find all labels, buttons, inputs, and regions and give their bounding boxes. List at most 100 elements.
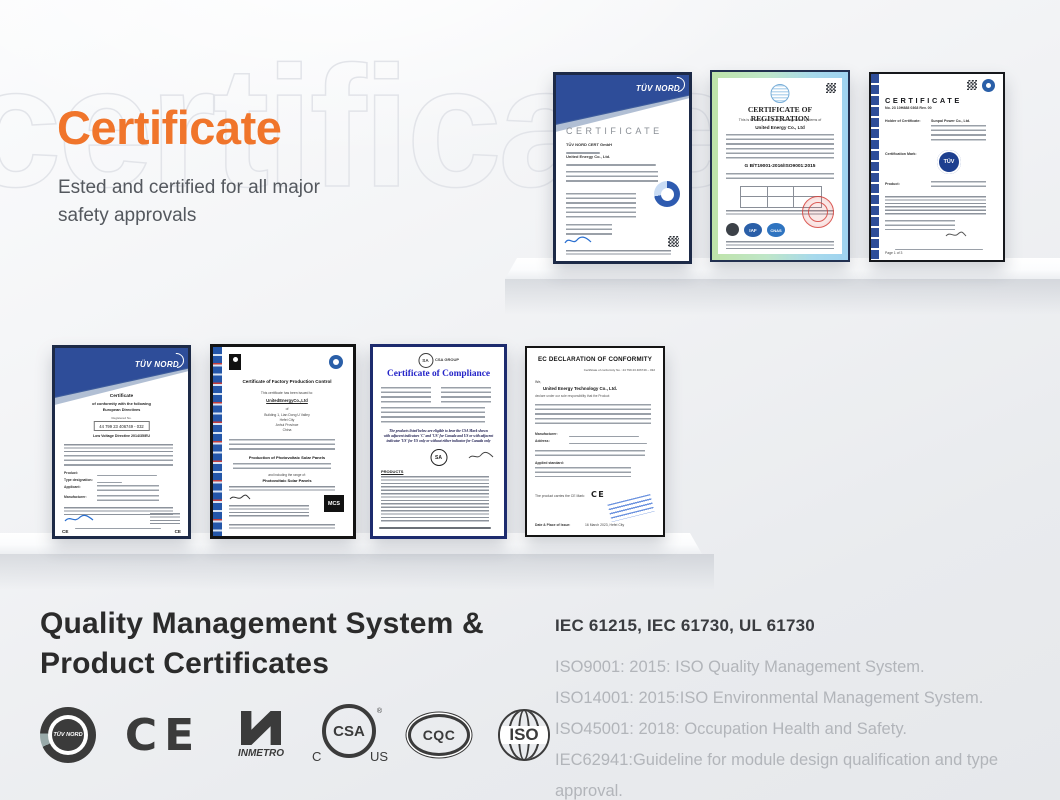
- iaf-logo: IAF: [744, 223, 762, 237]
- iso-label: ISO: [500, 726, 548, 744]
- vertical-title-band: [871, 74, 879, 260]
- cert-title: CERTIFICATE: [885, 96, 962, 105]
- cert-title: CERTIFICATE: [566, 126, 663, 136]
- signature: [945, 230, 967, 239]
- field-lines-left: [381, 387, 431, 403]
- cert-title: Certificate of Factory Production Contro…: [227, 379, 347, 384]
- ce-mark-right: CE: [175, 529, 181, 534]
- csa-c-label: C: [312, 749, 321, 764]
- product-value-bar: [97, 475, 157, 476]
- quality-heading-line1: Quality Management System &: [40, 604, 484, 644]
- certificate-ec-declaration[interactable]: EC DECLARATION OF CONFORMITY Certificate…: [525, 346, 665, 537]
- assessment-lines: [229, 439, 335, 452]
- scope-lines: [233, 463, 331, 471]
- quality-heading-line2: Product Certificates: [40, 644, 484, 684]
- applicant-lines: [97, 485, 159, 492]
- csa-registered-mark: ®: [377, 708, 382, 715]
- detail-text-lines: [566, 193, 636, 219]
- logo-dot: [986, 83, 991, 88]
- footer-text-lines: [726, 241, 834, 250]
- address-line: China: [227, 428, 347, 433]
- registration-inner: CERTIFICATE OF REGISTRATION This is to c…: [718, 78, 842, 254]
- subtitle-line1: Ested and certified for all major: [58, 174, 320, 202]
- inmetro-label: INMETRO: [238, 748, 284, 759]
- cert-issuer: TÜV NORD CERT GmbH: [566, 142, 612, 147]
- products-list-lines: [381, 476, 489, 522]
- standard-number: G B/T19001-2016/ISO9001:2015: [718, 164, 842, 169]
- csa-mark-icon: SA: [430, 449, 447, 466]
- csa-group-text: CSA GROUP: [435, 358, 459, 362]
- body-text-lines: [885, 196, 986, 216]
- certificate-tuv-product[interactable]: TÜV NORD CERTIFICATE TÜV NORD CERT GmbH …: [553, 72, 692, 264]
- certificate-factory-production[interactable]: Certificate of Factory Production Contro…: [210, 344, 356, 539]
- address-bar: [569, 443, 647, 444]
- qr-code: [668, 236, 679, 247]
- csa-group-logo: SA CSA GROUP: [418, 353, 459, 368]
- we-line: We,: [535, 380, 541, 384]
- blue-stamp-icon: [607, 494, 654, 522]
- standard-item: ISO45001: 2018: Occupation Health and Sa…: [555, 714, 1060, 745]
- zqhx-logo: [771, 84, 790, 103]
- signature: [229, 493, 251, 502]
- of-line: of: [227, 407, 347, 411]
- table-cell: [768, 187, 795, 197]
- type-value-bar: [97, 482, 122, 483]
- red-stamp-icon: [802, 196, 834, 228]
- tuv-round-logo-icon: [982, 79, 995, 92]
- standard-item: ISO9001: 2015: ISO Quality Management Sy…: [555, 652, 1060, 683]
- certificate-tuv-sunpal[interactable]: CERTIFICATE No. 23 10H888 0368 Rev. 00 H…: [869, 72, 1005, 262]
- directive-line: Low Voltage Directive 2014/35/EU: [55, 434, 188, 438]
- mark-label: Certification Mark:: [885, 152, 917, 156]
- title-line1: Certificate: [55, 394, 188, 399]
- reg-label: Registered No.: [111, 416, 131, 420]
- applicant-label: Applicant:: [64, 485, 81, 489]
- date-value: 16 March 2023, Hefei City: [585, 523, 624, 527]
- csa-circle-icon: SA: [418, 353, 433, 368]
- manufacturer-bar: [569, 436, 639, 437]
- accreditation-logo-icon: [726, 223, 739, 236]
- type-label: Type designation:: [64, 478, 93, 482]
- scope-title: Production of Photovoltaic Solar Panels: [227, 455, 347, 460]
- signature: [64, 514, 94, 524]
- responsibility-line: declare under our sole responsibility th…: [535, 394, 609, 398]
- body-text-lines: [566, 171, 658, 185]
- footer-band: [379, 527, 491, 529]
- certificate-tuv-conformity[interactable]: TÜV NORD Certificate of conformity with …: [52, 345, 191, 539]
- page-title: Certificate: [57, 100, 281, 155]
- certificate-registration[interactable]: CERTIFICATE OF REGISTRATION This is to c…: [710, 70, 850, 262]
- certificate-page: certificate Certificate Ested and certif…: [0, 0, 1060, 800]
- certificate-csa-compliance[interactable]: SA CSA GROUP Certificate of Compliance T…: [370, 344, 507, 539]
- manufacturer-label: Manufacturer:: [535, 432, 558, 436]
- address-block-lines: [150, 513, 180, 524]
- top-shelf-shadow: [505, 279, 1060, 315]
- applied-standard-label: Applied standard:: [535, 461, 564, 465]
- product-label: Product:: [64, 471, 78, 475]
- iso-logo-icon: ISO: [494, 705, 554, 765]
- holder-label: Holder of Certificate:: [885, 119, 921, 123]
- page-indicator: Page 1 of 3: [885, 251, 902, 255]
- title-line3: European Directives: [55, 407, 188, 412]
- product-value-lines: [931, 181, 986, 189]
- cert-number: Certificate of conformity No.: 44 799 23…: [584, 368, 655, 372]
- cert-title: EC DECLARATION OF CONFORMITY: [535, 356, 655, 363]
- date-label: Date & Place of Issue:: [535, 523, 570, 527]
- range-value: Photovoltaic Solar Panels: [227, 478, 347, 483]
- address-label: Address:: [535, 439, 550, 443]
- quality-heading: Quality Management System & Product Cert…: [40, 604, 484, 684]
- middle-shelf-shadow: [0, 554, 714, 590]
- directive-lines: [535, 450, 645, 456]
- paragraph-lines: [64, 455, 173, 467]
- cert-holder: United Energy Co., Ltd.: [566, 154, 610, 159]
- tuv-label: TÜV NORD: [52, 719, 84, 751]
- tuv-mark-text: TÜV: [944, 159, 955, 165]
- certify-line: This is to certify the quality managemen…: [718, 118, 842, 122]
- ce-line: The product carries the CE Mark:: [535, 494, 585, 498]
- issued-to-lines: [381, 407, 485, 423]
- footer-text-lines: [566, 250, 671, 257]
- tuv-seal-icon: [654, 181, 680, 207]
- red-stamp-inner: [808, 202, 828, 222]
- cqc-logo-icon: CQC: [406, 707, 472, 763]
- tuv-certification-mark: TÜV: [937, 150, 961, 174]
- ce-mark-icon: CE: [118, 707, 208, 763]
- ce-mark-left: CE: [62, 529, 68, 534]
